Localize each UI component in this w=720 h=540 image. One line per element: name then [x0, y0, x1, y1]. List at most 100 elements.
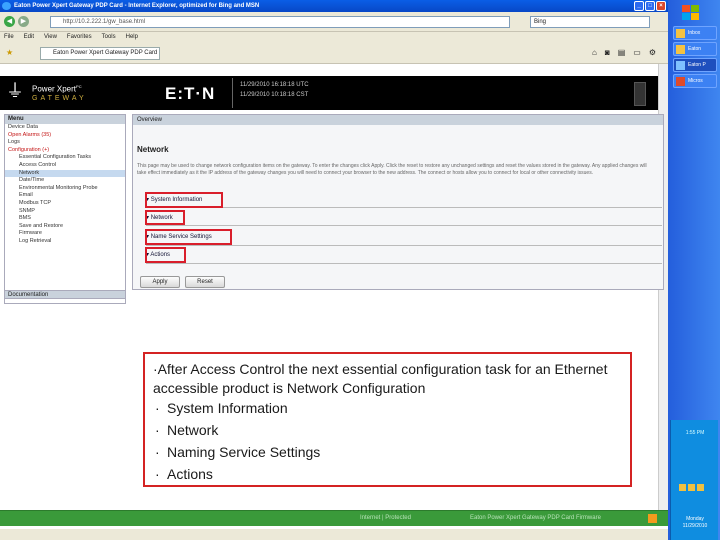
menu-view[interactable]: View [44, 32, 57, 42]
menu-edit[interactable]: Edit [24, 32, 34, 42]
menu-item[interactable]: Open Alarms (35) [5, 132, 125, 140]
menu-item[interactable]: Network [5, 169, 125, 178]
menu-help[interactable]: Help [126, 32, 138, 42]
tools-icon[interactable]: ⚙ [649, 48, 656, 57]
highlight-actions [145, 247, 186, 263]
annotation-intro: ·After Access Control the next essential… [153, 361, 608, 396]
menu-item[interactable]: Save and Restore [5, 223, 125, 231]
menu-tools[interactable]: Tools [102, 32, 116, 42]
section-divider [146, 245, 662, 246]
print-icon[interactable]: ▤ [618, 48, 626, 57]
menu-header: Menu [5, 115, 125, 124]
address-input[interactable]: http://10.2.222.1/gw_base.html [50, 16, 510, 28]
section-divider [146, 225, 662, 226]
bullet-network: Network [167, 422, 219, 438]
maximize-button[interactable]: □ [645, 1, 655, 11]
tab-bar: ★ Eaton Power Xpert Gateway PDP Card ⌂ ◙… [0, 42, 668, 64]
page-description: This page may be used to change network … [137, 163, 647, 176]
tray-icon[interactable] [688, 484, 695, 491]
product-subtitle: GATEWAY [32, 95, 87, 102]
bullet-system-information: System Information [167, 400, 288, 416]
tray-clock[interactable]: 1:55 PM [677, 430, 713, 436]
ups-image [634, 82, 646, 106]
menu-item[interactable]: BMS [5, 215, 125, 223]
feeds-icon[interactable]: ◙ [605, 48, 610, 57]
address-toolbar: ◀ ▶ http://10.2.222.1/gw_base.html Bing [0, 12, 668, 32]
tray-icon[interactable] [679, 484, 686, 491]
reset-button[interactable]: Reset [185, 276, 225, 288]
taskbar-button-inbox[interactable]: Inbox [673, 26, 717, 40]
taskbar-button-eaton-p[interactable]: Eaton P [673, 58, 717, 72]
folder-icon [676, 45, 685, 54]
gateway-banner: ⏚ Power XpertPC GATEWAY E:T·N 11/29/2010… [0, 76, 660, 110]
minimize-button[interactable]: _ [634, 1, 644, 11]
menu-bar: File Edit View Favorites Tools Help [0, 32, 668, 42]
favorites-star-icon[interactable]: ★ [6, 48, 13, 57]
product-name: Power XpertPC [32, 84, 82, 94]
section-divider [146, 263, 662, 264]
home-icon[interactable]: ⌂ [592, 48, 597, 57]
overview-header: Overview [133, 115, 663, 125]
menu-item[interactable]: Modbus TCP [5, 200, 125, 208]
left-menu: Menu Device Data Open Alarms (35) Logs Conf… [4, 114, 126, 304]
window-titlebar: Eaton Power Xpert Gateway PDP Card - Int… [0, 0, 668, 12]
search-input[interactable]: Bing [530, 16, 650, 28]
menu-item[interactable]: Firmware [5, 230, 125, 238]
window-controls: _ □ × [634, 1, 666, 11]
rss-icon[interactable] [648, 514, 657, 523]
menu-favorites[interactable]: Favorites [67, 32, 92, 42]
bullet-dot: · [155, 422, 160, 438]
taskbar-button-eaton[interactable]: Eaton [673, 42, 717, 56]
status-right: Eaton Power Xpert Gateway PDP Card Firmw… [470, 515, 601, 521]
forward-button[interactable]: ▶ [18, 16, 29, 27]
tab-gateway[interactable]: Eaton Power Xpert Gateway PDP Card [40, 47, 160, 60]
menu-item[interactable]: Access Control [5, 162, 125, 170]
menu-item[interactable]: Configuration (+) [5, 147, 125, 155]
tray-date: Monday 11/29/2010 [682, 516, 708, 529]
apply-button[interactable]: Apply [140, 276, 180, 288]
documentation-link[interactable]: Documentation [4, 290, 126, 299]
menu-item[interactable]: Date/Time [5, 177, 125, 185]
page-icon[interactable]: ▭ [633, 48, 641, 57]
outlook-icon [676, 29, 685, 38]
ie-icon [676, 61, 685, 70]
command-bar: ⌂ ◙ ▤ ▭ ⚙ [592, 48, 656, 57]
menu-item[interactable]: SNMP [5, 208, 125, 216]
windows-flag-icon[interactable] [676, 4, 706, 22]
bullet-dot: · [155, 466, 160, 482]
section-divider [146, 207, 662, 208]
banner-divider [232, 78, 233, 108]
menu-items: Device Data Open Alarms (35) Logs Configura… [5, 124, 125, 246]
menu-item[interactable]: Essential Configuration Tasks [5, 154, 125, 162]
tray-icons [679, 484, 704, 491]
menu-file[interactable]: File [4, 32, 14, 42]
back-button[interactable]: ◀ [4, 16, 15, 27]
menu-item[interactable]: Device Data [5, 124, 125, 132]
menu-item[interactable]: Environmental Monitoring Probe [5, 185, 125, 193]
taskbar-button-micros[interactable]: Micros [673, 74, 717, 88]
menu-item[interactable]: Logs [5, 139, 125, 147]
tray-icon[interactable] [697, 484, 704, 491]
highlight-network [145, 210, 185, 225]
close-button[interactable]: × [656, 1, 666, 11]
gateway-plug-icon: ⏚ [6, 81, 24, 101]
status-bar: Internet | Protected Eaton Power Xpert G… [0, 510, 668, 526]
highlight-system-information [145, 192, 223, 208]
page-title: Network [137, 145, 169, 154]
status-left: Internet | Protected [360, 515, 411, 521]
ie-logo-icon [2, 2, 11, 10]
bullet-dot: · [155, 444, 160, 460]
annotation-box: ·After Access Control the next essential… [143, 352, 632, 487]
datetime-local: 11/29/2010 10:18:18 CST [240, 92, 309, 98]
system-tray: 1:55 PM Monday 11/29/2010 [670, 420, 718, 540]
datetime-utc: 11/29/2010 16:18:18 UTC [240, 82, 309, 88]
highlight-name-service-settings [145, 229, 232, 245]
menu-item[interactable]: Email [5, 192, 125, 200]
bullet-actions: Actions [167, 466, 213, 482]
bullet-dot: · [155, 400, 160, 416]
eaton-logo: E:T·N [165, 84, 216, 103]
office-icon [676, 77, 685, 86]
bullet-naming-service-settings: Naming Service Settings [167, 444, 321, 460]
ie-status-strip [0, 528, 720, 540]
menu-item[interactable]: Log Retrieval [5, 238, 125, 246]
